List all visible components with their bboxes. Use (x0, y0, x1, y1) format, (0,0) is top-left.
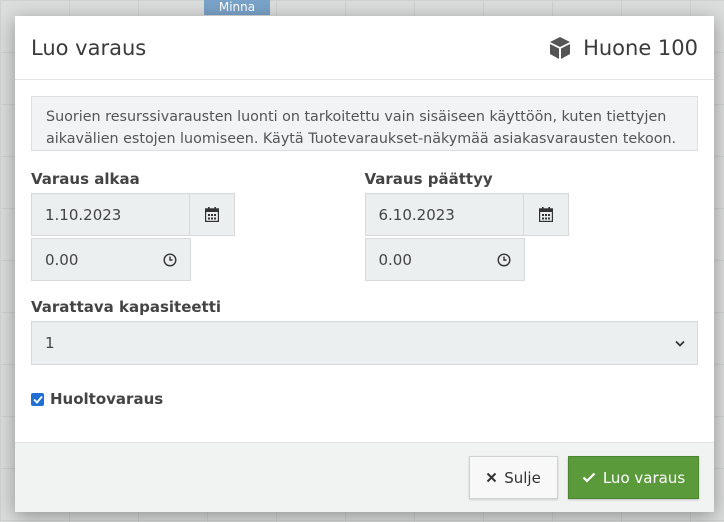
modal-footer: Sulje Luo varaus (15, 442, 714, 512)
calendar-icon (538, 207, 553, 222)
maintenance-label[interactable]: Huoltovaraus (50, 390, 163, 408)
end-date-picker-button[interactable] (522, 193, 569, 236)
background-calendar-event: Minna (204, 0, 270, 15)
modal-header: Luo varaus Huone 100 (15, 16, 714, 80)
clock-icon (163, 252, 177, 267)
start-date-group: 1.10.2023 (31, 193, 365, 236)
start-date-picker-button[interactable] (189, 193, 235, 236)
close-button-label: Sulje (504, 468, 541, 487)
cube-icon (550, 36, 571, 59)
room-info: Huone 100 (547, 35, 698, 61)
create-button-label: Luo varaus (602, 468, 686, 487)
capacity-selected-value: 1 (45, 334, 55, 352)
info-notice: Suorien resurssivarausten luonti on tark… (31, 96, 698, 151)
start-time-value: 0.00 (45, 250, 79, 269)
checkmark-icon (32, 395, 43, 404)
end-time-input[interactable]: 0.00 (364, 238, 525, 281)
close-button[interactable]: Sulje (469, 456, 558, 499)
modal-body: Suorien resurssivarausten luonti on tark… (15, 80, 714, 408)
capacity-select[interactable]: 1 (31, 321, 698, 365)
calendar-icon (205, 207, 219, 222)
close-icon (486, 472, 497, 483)
end-label: Varaus päättyy (364, 170, 493, 188)
end-date-group: 6.10.2023 (364, 193, 699, 236)
end-time-value: 0.00 (378, 250, 412, 269)
maintenance-checkbox[interactable] (31, 392, 44, 406)
maintenance-row: Huoltovaraus (31, 390, 698, 408)
modal-title: Luo varaus (31, 35, 147, 60)
date-time-row: Varaus alkaa 1.10.2023 0.00 Varaus päätt… (31, 167, 698, 281)
create-reservation-button[interactable]: Luo varaus (568, 456, 699, 499)
checkmark-icon (582, 472, 596, 483)
end-date-input[interactable]: 6.10.2023 (364, 193, 523, 236)
start-date-input[interactable]: 1.10.2023 (31, 193, 189, 236)
capacity-label: Varattava kapasiteetti (31, 298, 222, 316)
chevron-down-icon (675, 340, 685, 347)
start-label: Varaus alkaa (31, 170, 140, 188)
end-column: Varaus päättyy 6.10.2023 0.00 (364, 167, 699, 281)
clock-icon (496, 252, 511, 267)
start-column: Varaus alkaa 1.10.2023 0.00 (31, 167, 365, 281)
create-reservation-modal: Luo varaus Huone 100 Suorien resurssivar… (15, 16, 714, 512)
room-name: Huone 100 (583, 35, 698, 60)
start-time-input[interactable]: 0.00 (31, 238, 191, 281)
